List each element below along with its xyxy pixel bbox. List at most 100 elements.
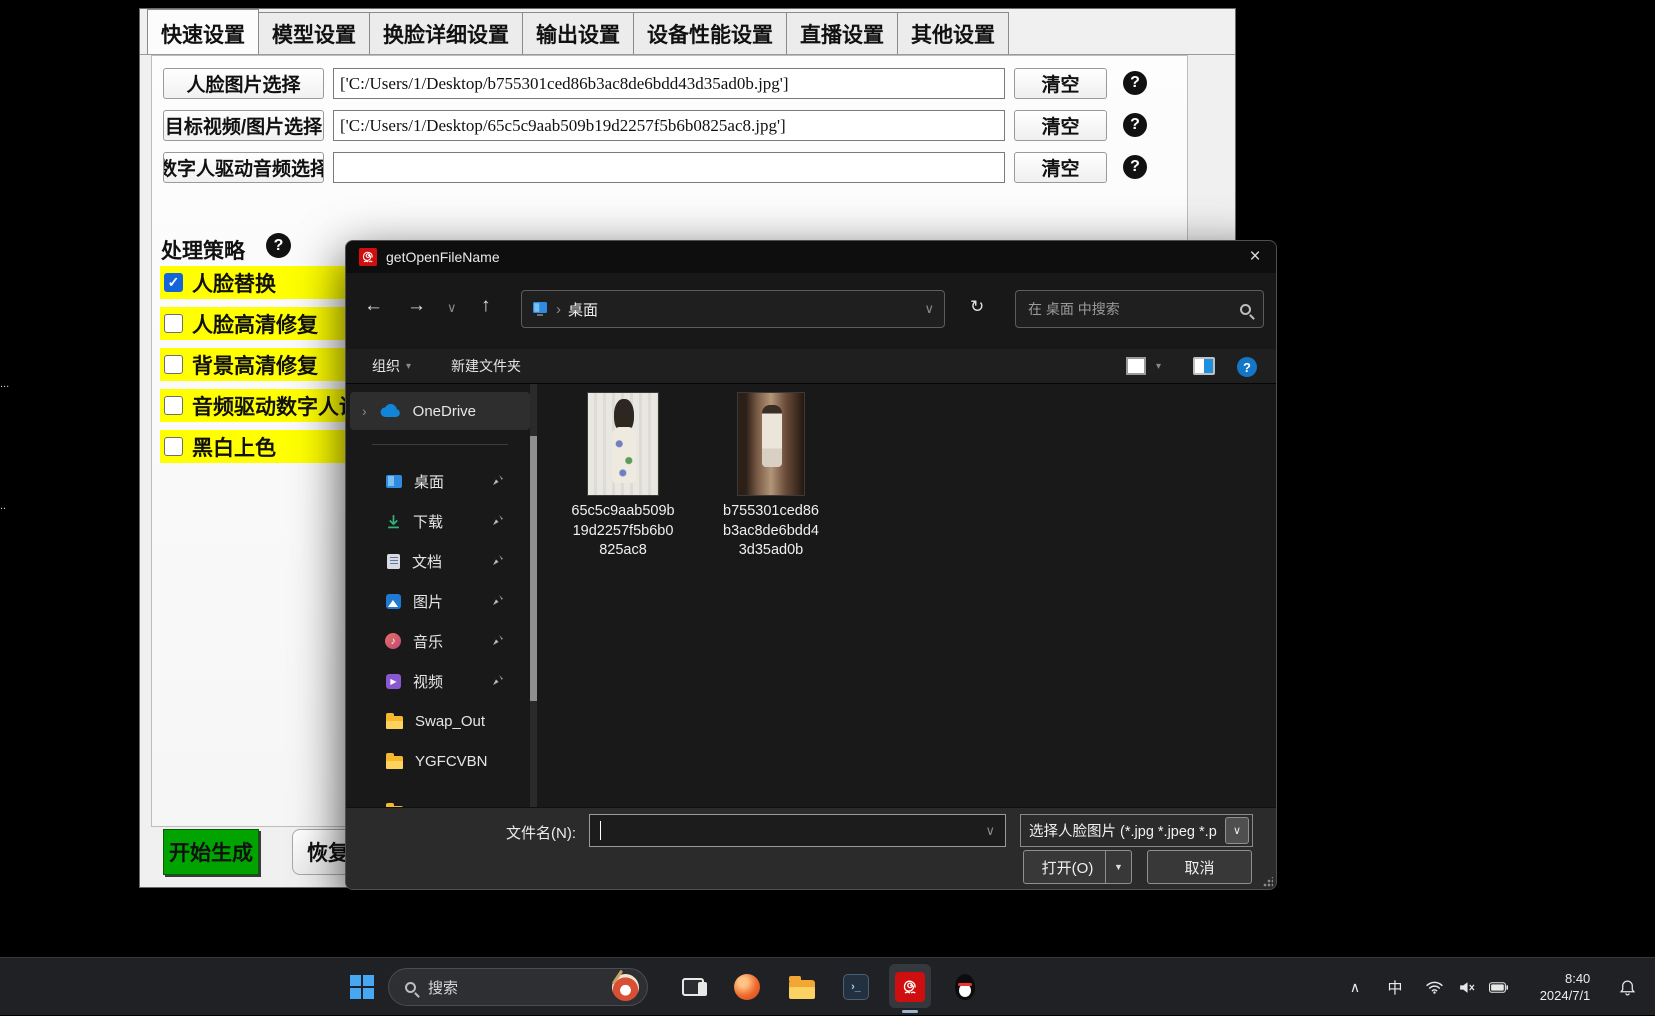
tab-live-settings[interactable]: 直播设置 xyxy=(786,12,898,54)
sidebar-item-onedrive[interactable]: › OneDrive xyxy=(350,392,530,430)
checkbox[interactable]: ✓ xyxy=(164,314,183,333)
task-view-button[interactable] xyxy=(672,958,714,1016)
sidebar-item-desktop[interactable]: 桌面 xyxy=(350,462,530,500)
taskbar-app-orange[interactable] xyxy=(726,958,768,1016)
search-highlight-bowl-icon[interactable] xyxy=(612,974,639,1001)
preview-pane-icon[interactable] xyxy=(1193,357,1215,375)
checkbox[interactable]: ✓ xyxy=(164,355,183,374)
notifications-button[interactable] xyxy=(1612,958,1642,1016)
help-icon[interactable]: ? xyxy=(1123,71,1147,95)
file-item[interactable]: 65c5c9aab509b 19d2257f5b6b0 825ac8 xyxy=(558,392,688,561)
chevron-up-icon: ∧ xyxy=(1350,979,1360,996)
sidebar-item-documents[interactable]: 文档 xyxy=(350,542,530,580)
file-item[interactable]: b755301ced86 b3ac8de6bdd4 3d35ad0b xyxy=(706,392,836,561)
back-icon[interactable]: ← xyxy=(364,295,383,317)
filetype-chevron-icon[interactable]: ∨ xyxy=(1225,817,1249,844)
help-icon[interactable]: ? xyxy=(1123,155,1147,179)
tab-output-settings[interactable]: 输出设置 xyxy=(522,12,634,54)
taskbar-search[interactable]: 搜索 xyxy=(388,968,648,1006)
clock[interactable]: 8:40 2024/7/1 xyxy=(1528,958,1602,1016)
tab-model-settings[interactable]: 模型设置 xyxy=(258,12,370,54)
start-button[interactable] xyxy=(345,958,379,1016)
desktop-location-icon xyxy=(532,302,548,316)
cancel-button-label: 取消 xyxy=(1184,857,1214,878)
sidebar-item-downloads[interactable]: 下载 xyxy=(350,502,530,540)
open-button[interactable]: 打开(O) ▼ xyxy=(1023,850,1132,884)
file-thumbnail[interactable] xyxy=(737,392,805,496)
digital-human-audio-select-button[interactable]: 数字人驱动音频选择 xyxy=(163,152,324,183)
dialog-nav-bar: ← → ∨ ↑ › 桌面 ∨ ↻ 在 桌面 中搜索 xyxy=(346,273,1277,349)
search-box[interactable]: 在 桌面 中搜索 xyxy=(1015,290,1264,328)
sidebar-item-videos[interactable]: ▶ 视频 xyxy=(350,662,530,700)
new-folder-button[interactable]: 新建文件夹 xyxy=(451,356,521,376)
address-bar[interactable]: › 桌面 ∨ xyxy=(521,290,945,328)
up-icon[interactable]: ↑ xyxy=(481,295,491,317)
sidebar-item-ygfcvbn[interactable]: YGFCVBN xyxy=(350,742,530,780)
folder-icon xyxy=(386,716,403,729)
organize-button[interactable]: 组织 xyxy=(372,356,400,376)
start-generate-button[interactable]: 开始生成 xyxy=(163,829,259,875)
checkbox[interactable]: ✓ xyxy=(164,273,183,292)
sidebar-item-music[interactable]: ♪ 音乐 xyxy=(350,622,530,660)
filetype-value: 选择人脸图片 (*.jpg *.jpeg *.p xyxy=(1029,820,1217,841)
view-mode-icon[interactable] xyxy=(1126,357,1146,375)
rose-app-icon xyxy=(359,248,377,266)
sidebar-item-label: 桌面 xyxy=(414,471,444,492)
search-icon xyxy=(1240,304,1251,315)
file-explorer-button[interactable] xyxy=(781,958,823,1016)
terminal-button[interactable]: ›_ xyxy=(835,958,877,1016)
target-video-path-field[interactable]: ['C:/Users/1/Desktop/65c5c9aab509b19d225… xyxy=(333,110,1005,141)
close-icon[interactable]: × xyxy=(1232,241,1277,273)
help-icon[interactable]: ? xyxy=(266,233,291,258)
desktop-icon-label-fragment: ... xyxy=(0,378,9,390)
ime-indicator[interactable]: 中 xyxy=(1380,958,1410,1016)
rose-app-button[interactable] xyxy=(889,958,931,1016)
clear-audio-button[interactable]: 清空 xyxy=(1014,152,1107,183)
battery-button[interactable] xyxy=(1484,958,1512,1016)
help-icon[interactable]: ? xyxy=(1123,113,1147,137)
dialog-title-bar[interactable]: getOpenFileName × xyxy=(346,241,1277,273)
sidebar-item-pictures[interactable]: 图片 xyxy=(350,582,530,620)
option-label: 黑白上色 xyxy=(192,432,276,462)
cancel-button[interactable]: 取消 xyxy=(1147,850,1252,884)
clear-face-image-button[interactable]: 清空 xyxy=(1014,68,1107,99)
tab-other-settings[interactable]: 其他设置 xyxy=(897,12,1009,54)
qq-button[interactable] xyxy=(944,958,986,1016)
filename-input[interactable]: ∨ xyxy=(589,814,1006,847)
checkbox[interactable]: ✓ xyxy=(164,396,183,415)
face-image-select-button[interactable]: 人脸图片选择 xyxy=(163,68,324,99)
check-icon: ✓ xyxy=(168,274,180,291)
refresh-icon[interactable]: ↻ xyxy=(970,297,984,317)
forward-icon[interactable]: → xyxy=(407,295,426,317)
view-dropdown-icon[interactable]: ▾ xyxy=(1156,361,1161,372)
filetype-dropdown[interactable]: 选择人脸图片 (*.jpg *.jpeg *.p ∨ xyxy=(1020,814,1253,847)
dialog-help-icon[interactable]: ? xyxy=(1237,357,1257,377)
resize-grip[interactable] xyxy=(1263,877,1273,887)
breadcrumb-location[interactable]: 桌面 xyxy=(568,299,598,320)
address-dropdown-chevron-icon[interactable]: ∨ xyxy=(924,301,934,317)
sidebar-item-label: 图片 xyxy=(413,591,443,612)
tab-quick-settings[interactable]: 快速设置 xyxy=(147,9,259,54)
digital-human-audio-path-field[interactable] xyxy=(333,152,1005,183)
wifi-button[interactable] xyxy=(1420,958,1448,1016)
volume-button[interactable] xyxy=(1452,958,1480,1016)
checkbox[interactable]: ✓ xyxy=(164,437,183,456)
tab-device-performance-settings[interactable]: 设备性能设置 xyxy=(633,12,787,54)
file-thumbnail[interactable] xyxy=(587,392,659,496)
sidebar-item-label: YGFCVBN xyxy=(415,753,488,770)
filename-dropdown-chevron-icon[interactable]: ∨ xyxy=(985,823,995,839)
organize-dropdown-icon[interactable]: ▾ xyxy=(406,361,411,372)
recent-locations-chevron-icon[interactable]: ∨ xyxy=(447,300,457,316)
sidebar-item-swap-out[interactable]: Swap_Out xyxy=(350,702,530,740)
sidebar-item-partial[interactable] xyxy=(350,792,530,807)
video-icon: ▶ xyxy=(386,674,401,689)
scrollbar-thumb[interactable] xyxy=(530,436,537,701)
target-video-select-button[interactable]: 目标视频/图片选择 xyxy=(163,110,324,141)
open-split-dropdown-icon[interactable]: ▼ xyxy=(1105,851,1131,883)
tab-faceswap-detail-settings[interactable]: 换脸详细设置 xyxy=(369,12,523,54)
expand-chevron-icon[interactable]: › xyxy=(362,403,367,419)
dialog-title: getOpenFileName xyxy=(386,249,500,265)
clear-target-video-button[interactable]: 清空 xyxy=(1014,110,1107,141)
face-image-path-field[interactable]: ['C:/Users/1/Desktop/b755301ced86b3ac8de… xyxy=(333,68,1005,99)
tray-expand-button[interactable]: ∧ xyxy=(1340,958,1370,1016)
